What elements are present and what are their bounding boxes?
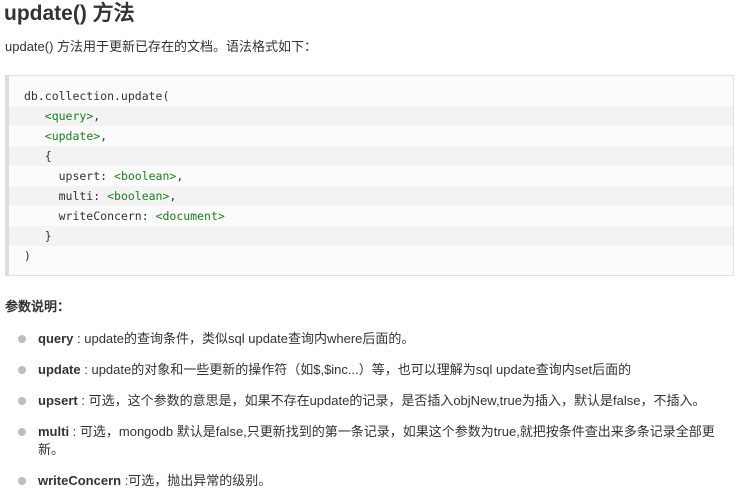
- code-line: <query>,: [9, 106, 733, 126]
- code-text: ,: [100, 129, 108, 143]
- param-name: update: [38, 362, 81, 377]
- bullet-icon: [18, 335, 26, 343]
- code-line: <update>,: [9, 126, 733, 146]
- list-item: query : update的查询条件，类似sql update查询内where…: [18, 330, 733, 348]
- bullet-icon: [18, 428, 26, 436]
- code-line: db.collection.update(: [9, 86, 733, 106]
- param-description: : update的对象和一些更新的操作符（如$,$inc...）等，也可以理解为…: [80, 362, 632, 377]
- code-text: ,: [176, 169, 184, 183]
- code-line: ): [9, 246, 733, 266]
- param-name: writeConcern: [38, 473, 122, 488]
- code-line: {: [9, 146, 733, 166]
- code-placeholder: <update>: [44, 129, 101, 143]
- code-placeholder: <document>: [155, 209, 225, 223]
- list-item: writeConcern :可选，抛出异常的级别。: [18, 472, 733, 490]
- code-text: ): [24, 249, 31, 263]
- list-item: upsert : 可选，这个参数的意思是，如果不存在update的记录，是否插入…: [18, 392, 733, 410]
- bullet-icon: [18, 477, 26, 485]
- params-list: query : update的查询条件，类似sql update查询内where…: [18, 330, 733, 503]
- code-line: upsert: <boolean>,: [9, 166, 733, 186]
- param-description: :可选，抛出异常的级别。: [121, 473, 272, 488]
- code-text: db.collection.update(: [24, 89, 170, 103]
- code-line: writeConcern: <document>: [9, 206, 733, 226]
- param-description: : 可选，mongodb 默认是false,只更新找到的第一条记录，如果这个参数…: [38, 424, 715, 457]
- page-title: update() 方法: [4, 2, 135, 25]
- param-name: multi: [38, 424, 70, 439]
- param-name: query: [38, 331, 74, 346]
- code-block: db.collection.update( <query>, <update>,…: [5, 75, 734, 276]
- param-description: : update的查询条件，类似sql update查询内where后面的。: [73, 331, 415, 346]
- code-text: writeConcern:: [24, 209, 156, 223]
- intro-text: update() 方法用于更新已存在的文档。语法格式如下：: [5, 39, 318, 54]
- code-line: }: [9, 226, 733, 246]
- code-text: upsert:: [24, 169, 115, 183]
- code-text: ,: [93, 109, 101, 123]
- bullet-icon: [18, 366, 26, 374]
- code-placeholder: <boolean>: [107, 189, 170, 203]
- params-heading: 参数说明：: [5, 299, 71, 314]
- code-placeholder: <query>: [44, 109, 94, 123]
- list-item: multi : 可选，mongodb 默认是false,只更新找到的第一条记录，…: [18, 423, 733, 459]
- param-name: upsert: [38, 393, 78, 408]
- code-text: {: [24, 149, 52, 163]
- code-placeholder: <boolean>: [114, 169, 177, 183]
- code-line: multi: <boolean>,: [9, 186, 733, 206]
- param-description: : 可选，这个参数的意思是，如果不存在update的记录，是否插入objNew,…: [77, 393, 706, 408]
- code-text: ,: [169, 189, 177, 203]
- list-item: update : update的对象和一些更新的操作符（如$,$inc...）等…: [18, 361, 733, 379]
- code-text: }: [24, 229, 52, 243]
- bullet-icon: [18, 397, 26, 405]
- code-text: multi:: [24, 189, 108, 203]
